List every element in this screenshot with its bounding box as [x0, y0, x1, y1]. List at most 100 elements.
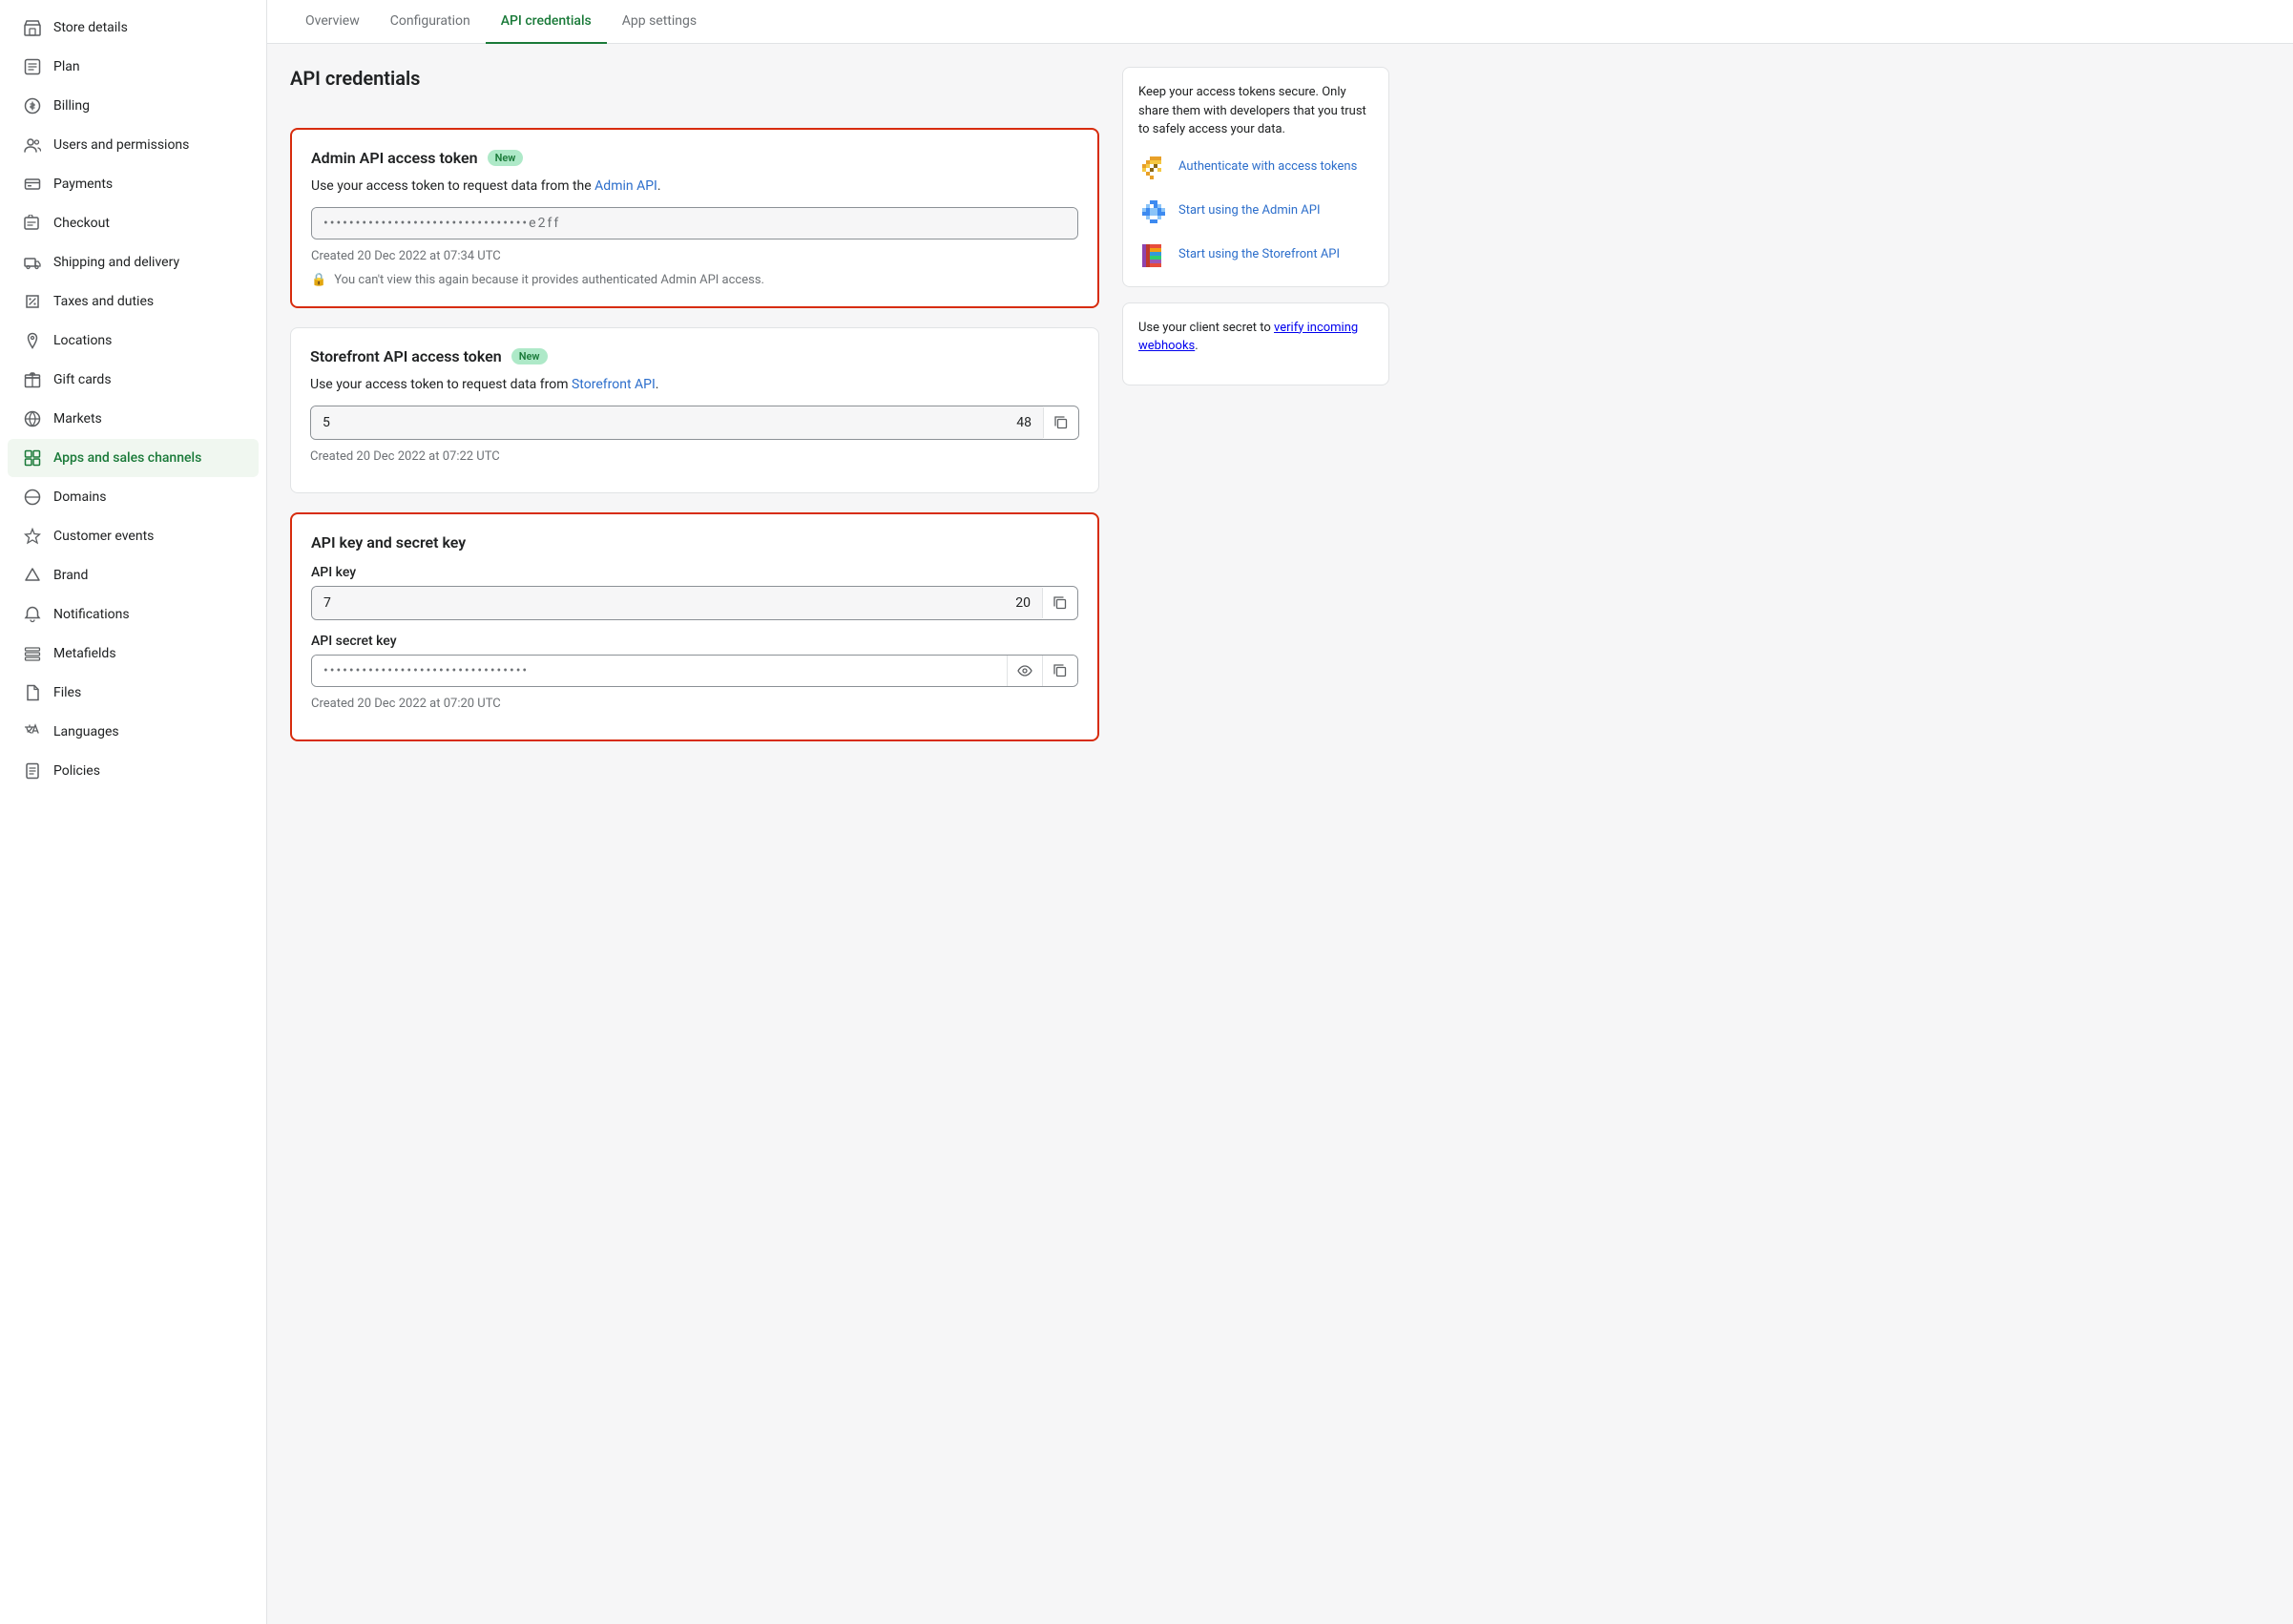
tab-configuration[interactable]: Configuration	[375, 0, 486, 44]
admin-token-title: Admin API access token New	[311, 149, 1078, 167]
page-title: API credentials	[290, 67, 1099, 105]
sidebar-item-store-details[interactable]: Store details	[8, 9, 259, 47]
sidebar-item-label: Metafields	[53, 646, 116, 661]
storefront-token-copy-button[interactable]	[1043, 407, 1078, 438]
admin-token-masked: ••••••••••••••••••••••••••••••••e2ff	[312, 208, 1077, 239]
storefront-api-link-item: Start using the Storefront API	[1138, 240, 1373, 271]
api-secret-key-label: API secret key	[311, 634, 1078, 649]
sidebar-item-label: Billing	[53, 98, 90, 114]
taxes-icon	[23, 292, 42, 311]
sidebar-item-notifications[interactable]: Notifications	[8, 595, 259, 634]
billing-icon	[23, 96, 42, 115]
auth-tokens-link[interactable]: Authenticate with access tokens	[1178, 158, 1357, 176]
sidebar-item-customer-events[interactable]: Customer events	[8, 517, 259, 555]
sidebar-item-label: Taxes and duties	[53, 294, 154, 309]
sidebar-item-markets[interactable]: Markets	[8, 400, 259, 438]
content-right: Keep your access tokens secure. Only sha…	[1122, 67, 1389, 741]
content-left: API credentials Admin API access token N…	[290, 67, 1099, 741]
api-secret-field: ••••••••••••••••••••••••••••••••	[311, 655, 1078, 687]
admin-api-start-link[interactable]: Start using the Admin API	[1178, 202, 1321, 219]
sidebar-item-brand[interactable]: Brand	[8, 556, 259, 594]
sidebar-item-label: Apps and sales channels	[53, 450, 201, 466]
admin-token-warning: 🔒 You can't view this again because it p…	[311, 273, 1078, 287]
api-secret-show-button[interactable]	[1007, 656, 1042, 686]
api-key-copy-button[interactable]	[1042, 588, 1077, 618]
auth-tokens-link-item: Authenticate with access tokens	[1138, 153, 1373, 183]
storefront-token-created: Created 20 Dec 2022 at 07:22 UTC	[310, 449, 1079, 464]
admin-api-link[interactable]: Admin API	[594, 178, 657, 194]
languages-icon	[23, 722, 42, 741]
storefront-token-field: 5 48	[310, 406, 1079, 440]
sidebar-item-policies[interactable]: Policies	[8, 752, 259, 790]
sidebar-item-label: Notifications	[53, 607, 130, 622]
admin-token-badge: New	[488, 150, 524, 166]
shipping-icon	[23, 253, 42, 272]
storefront-token-card: Storefront API access token New Use your…	[290, 327, 1099, 493]
admin-token-card: Admin API access token New Use your acce…	[290, 128, 1099, 308]
api-key-value: 7 20	[312, 587, 1042, 619]
sidebar: Store details Plan Billing Users and per…	[0, 0, 267, 1624]
tab-app-settings[interactable]: App settings	[607, 0, 712, 44]
api-key-field: 7 20	[311, 586, 1078, 620]
plan-icon	[23, 57, 42, 76]
sidebar-item-locations[interactable]: Locations	[8, 322, 259, 360]
tabs-bar: Overview Configuration API credentials A…	[267, 0, 2293, 44]
sidebar-item-label: Policies	[53, 763, 100, 779]
sidebar-item-taxes-duties[interactable]: Taxes and duties	[8, 282, 259, 321]
api-key-title: API key and secret key	[311, 533, 1078, 552]
storefront-api-link[interactable]: Storefront API	[572, 377, 656, 392]
sidebar-item-plan[interactable]: Plan	[8, 48, 259, 86]
store-icon	[23, 18, 42, 37]
security-info-card: Keep your access tokens secure. Only sha…	[1122, 67, 1389, 287]
markets-icon	[23, 409, 42, 428]
storefront-token-badge: New	[511, 348, 548, 364]
sidebar-item-label: Customer events	[53, 529, 154, 544]
sidebar-item-languages[interactable]: Languages	[8, 713, 259, 751]
admin-token-description: Use your access token to request data fr…	[311, 178, 1078, 194]
sidebar-item-label: Files	[53, 685, 81, 700]
webhooks-note: Use your client secret to verify incomin…	[1138, 319, 1373, 356]
api-secret-copy-button[interactable]	[1042, 656, 1077, 686]
sidebar-item-files[interactable]: Files	[8, 674, 259, 712]
main-content: Overview Configuration API credentials A…	[267, 0, 2293, 1624]
sidebar-item-label: Checkout	[53, 216, 110, 231]
token-icon	[1138, 153, 1169, 183]
sidebar-item-gift-cards[interactable]: Gift cards	[8, 361, 259, 399]
storefront-api-start-link[interactable]: Start using the Storefront API	[1178, 246, 1340, 263]
sidebar-item-apps-sales-channels[interactable]: Apps and sales channels	[8, 439, 259, 477]
payments-icon	[23, 175, 42, 194]
users-icon	[23, 135, 42, 155]
sidebar-item-label: Users and permissions	[53, 137, 189, 153]
sidebar-item-payments[interactable]: Payments	[8, 165, 259, 203]
sidebar-item-billing[interactable]: Billing	[8, 87, 259, 125]
brand-icon	[23, 566, 42, 585]
sidebar-item-metafields[interactable]: Metafields	[8, 635, 259, 673]
api-secret-masked: ••••••••••••••••••••••••••••••••	[312, 656, 1007, 686]
admin-token-field: ••••••••••••••••••••••••••••••••e2ff	[311, 207, 1078, 239]
locations-icon	[23, 331, 42, 350]
sidebar-item-checkout[interactable]: Checkout	[8, 204, 259, 242]
policies-icon	[23, 761, 42, 781]
content-area: API credentials Admin API access token N…	[267, 44, 1412, 764]
api-key-card: API key and secret key API key 7 20 API …	[290, 512, 1099, 741]
api-key-created: Created 20 Dec 2022 at 07:20 UTC	[311, 697, 1078, 711]
sidebar-item-label: Shipping and delivery	[53, 255, 179, 270]
sidebar-item-label: Locations	[53, 333, 112, 348]
files-icon	[23, 683, 42, 702]
admin-api-icon	[1138, 197, 1169, 227]
metafields-icon	[23, 644, 42, 663]
sidebar-item-users-permissions[interactable]: Users and permissions	[8, 126, 259, 164]
storefront-token-description: Use your access token to request data fr…	[310, 377, 1079, 392]
gift-icon	[23, 370, 42, 389]
sidebar-item-domains[interactable]: Domains	[8, 478, 259, 516]
sidebar-item-label: Payments	[53, 177, 113, 192]
security-note: Keep your access tokens secure. Only sha…	[1138, 83, 1373, 139]
webhooks-info-card: Use your client secret to verify incomin…	[1122, 302, 1389, 385]
sidebar-item-label: Gift cards	[53, 372, 112, 387]
admin-token-created: Created 20 Dec 2022 at 07:34 UTC	[311, 249, 1078, 263]
customer-events-icon	[23, 527, 42, 546]
tab-overview[interactable]: Overview	[290, 0, 375, 44]
sidebar-item-label: Languages	[53, 724, 119, 739]
sidebar-item-shipping-delivery[interactable]: Shipping and delivery	[8, 243, 259, 281]
tab-api-credentials[interactable]: API credentials	[486, 0, 607, 44]
